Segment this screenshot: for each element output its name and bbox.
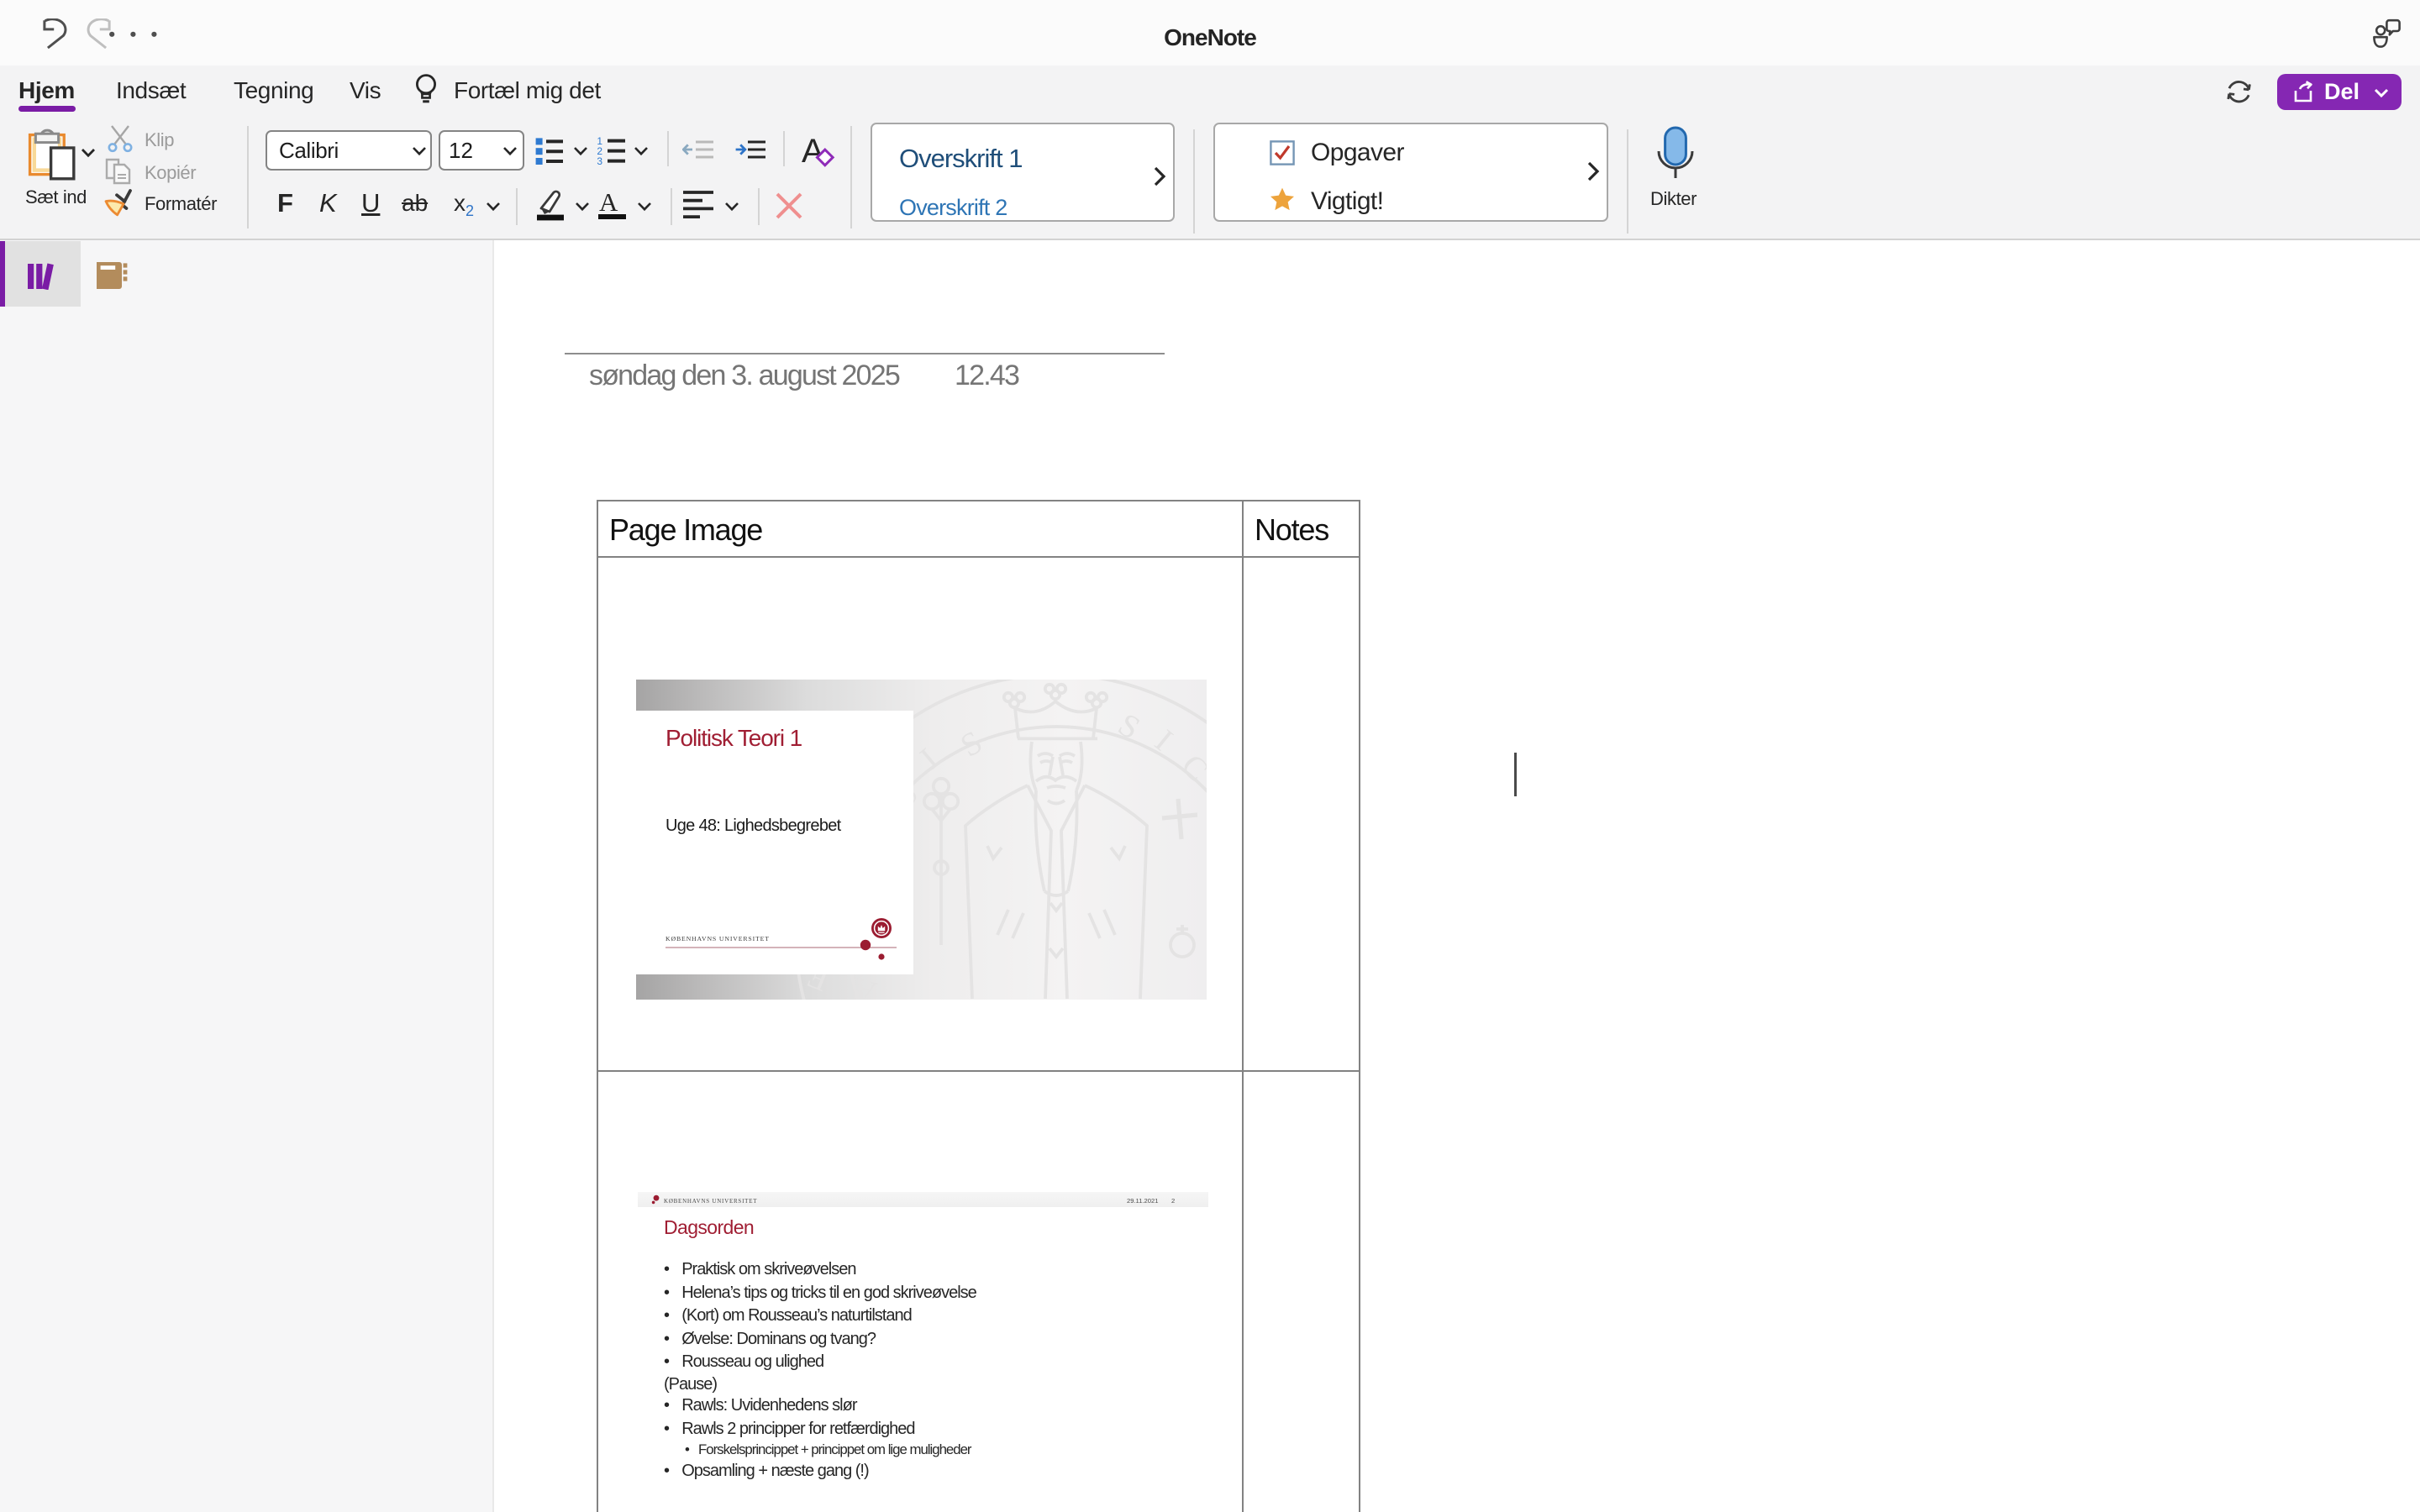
svg-text:2: 2 (1171, 1196, 1175, 1204)
svg-text:C: C (1174, 748, 1207, 788)
svg-text:I: I (1148, 723, 1179, 759)
svg-text:KØBENHAVNS UNIVERSITET: KØBENHAVNS UNIVERSITET (664, 1197, 757, 1204)
svg-text:29.11.2021: 29.11.2021 (1127, 1196, 1158, 1204)
svg-text:S: S (1112, 706, 1146, 747)
svg-text:A: A (802, 133, 824, 170)
svg-text:S: S (955, 724, 988, 764)
svg-text:3: 3 (597, 155, 602, 165)
svg-text:KØBENHAVNS UNIVERSITET: KØBENHAVNS UNIVERSITET (666, 935, 770, 942)
